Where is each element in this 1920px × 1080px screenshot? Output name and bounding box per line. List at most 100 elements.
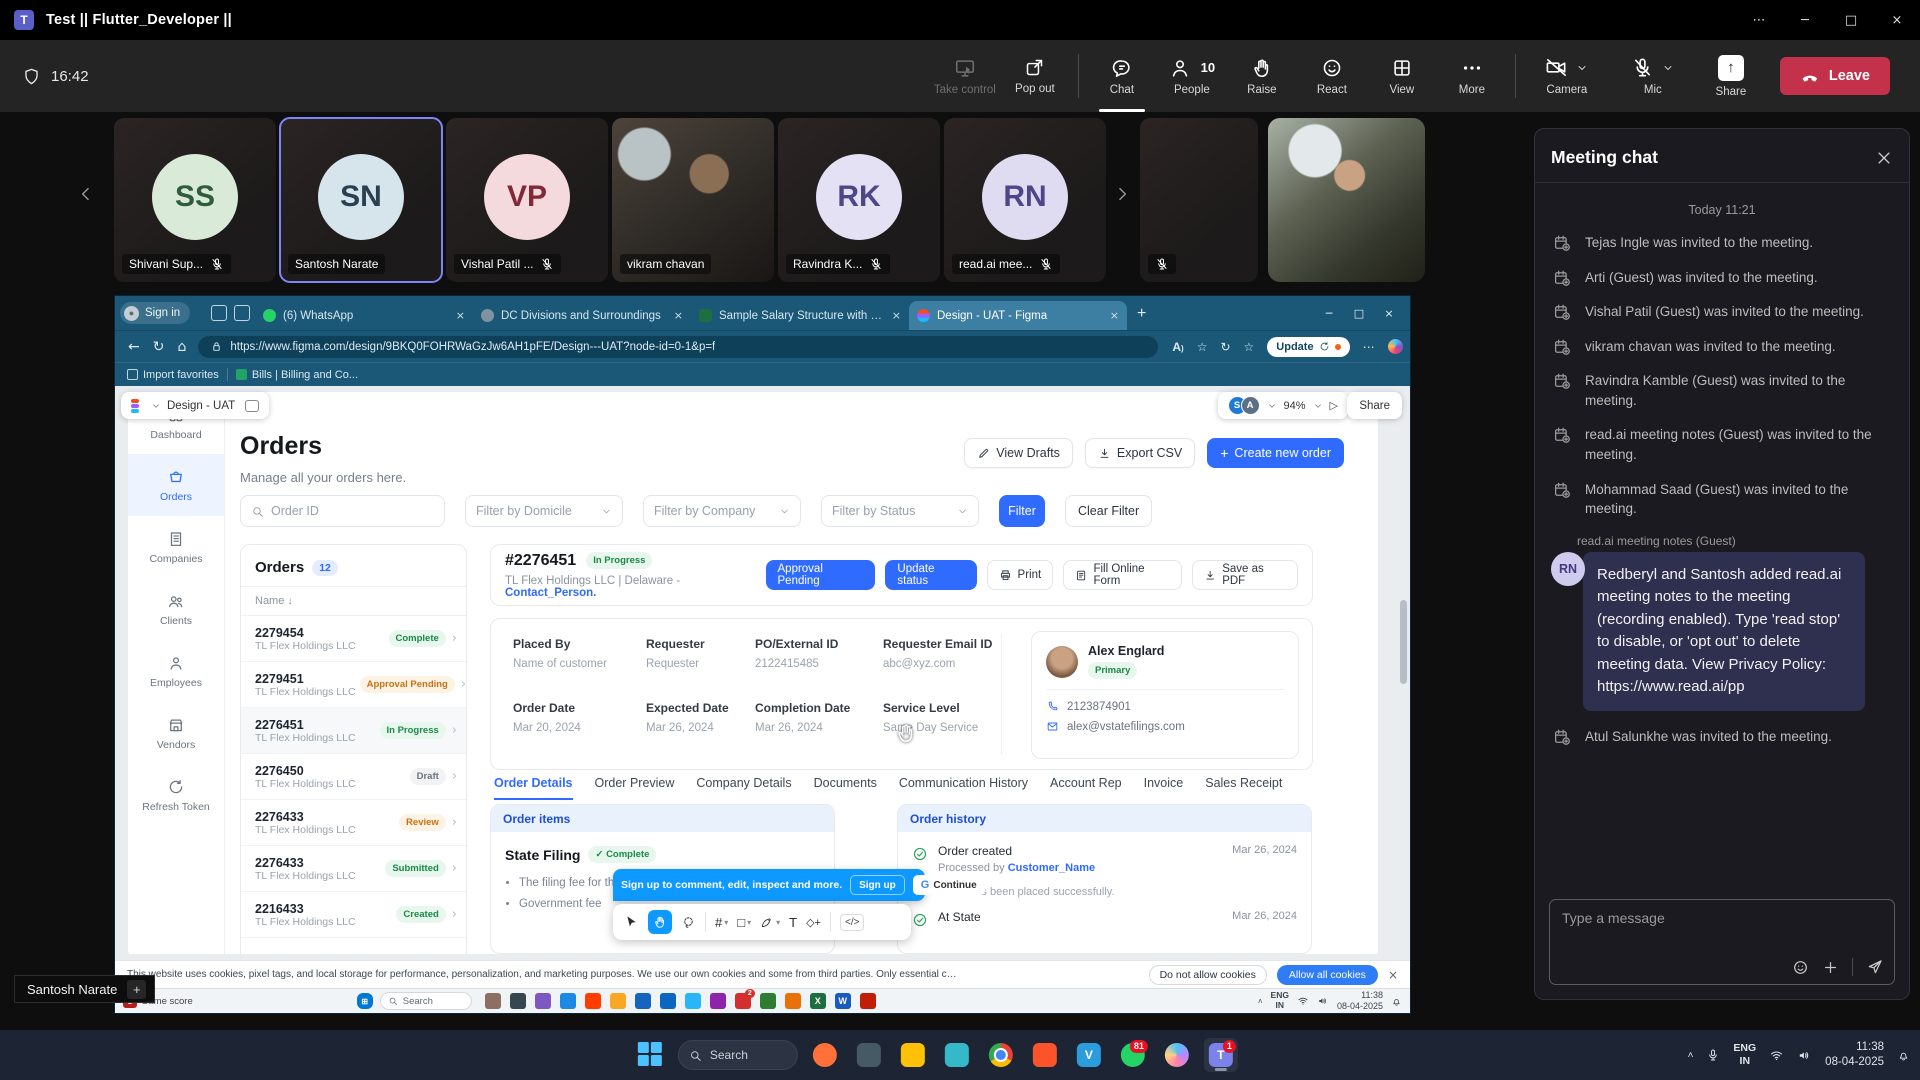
figma-collaborator-avatar[interactable]: A [1241,396,1260,415]
app-dark-icon[interactable] [852,1038,886,1072]
tab-order-preview[interactable]: Order Preview [595,776,675,800]
scroll-left-icon[interactable] [76,184,96,204]
favorite-item[interactable]: Bills | Billing and Co... [236,369,358,381]
chevron-right-icon[interactable]: › [452,631,457,646]
clear-filter-button[interactable]: Clear Filter [1065,495,1152,527]
sidebar-item-orders[interactable]: Orders [128,454,224,516]
participant-tile[interactable]: SSShivani Sup... [114,118,276,282]
chevron-down-icon[interactable] [1662,62,1674,74]
order-row[interactable]: 2276433TL Flex Holdings LLCSubmitted› [241,846,466,892]
emoji-icon[interactable] [1792,959,1809,976]
browser-tab[interactable]: DC Divisions and Surroundings× [473,301,691,330]
figma-zoom-level[interactable]: 94% [1284,400,1306,412]
brave-icon[interactable] [1028,1038,1062,1072]
order-row[interactable]: 2276450TL Flex Holdings LLCDraft› [241,754,466,800]
chevron-right-icon[interactable]: › [452,861,457,876]
allow-cookies-button[interactable]: Allow all cookies [1277,965,1378,985]
sidebar-item-clients[interactable]: Clients [128,578,224,640]
chevron-down-icon[interactable] [1576,62,1588,74]
favorite-item[interactable]: Import favorites [127,369,219,381]
shared-search-box[interactable]: Search [380,992,472,1010]
file-explorer-icon[interactable] [896,1038,930,1072]
tab-close-icon[interactable]: × [674,309,683,322]
view-button[interactable]: View [1367,40,1437,112]
tab-close-icon[interactable]: × [1110,309,1119,322]
teams-icon[interactable]: T1 [1204,1038,1238,1072]
create-order-button[interactable]: +Create new order [1207,438,1344,468]
photos-icon[interactable] [485,993,501,1009]
pen-tool-icon[interactable]: ▾ [760,915,780,929]
shape-tool-icon[interactable]: □▾ [737,915,751,930]
browser-profile-button[interactable]: ● Sign in [120,302,190,324]
tab-invoice[interactable]: Invoice [1144,776,1184,800]
chevron-right-icon[interactable]: › [452,723,457,738]
notification-icon[interactable] [1391,996,1402,1007]
volume-icon[interactable] [1797,1048,1812,1063]
favorite-star-icon[interactable]: ☆ [1197,340,1208,354]
chevron-right-icon[interactable]: › [452,907,457,922]
frame-tool-icon[interactable]: #▾ [715,915,728,930]
order-row[interactable]: 2276451TL Flex Holdings LLCIn Progress› [241,708,466,754]
tab-company-details[interactable]: Company Details [696,776,791,800]
participant-tile[interactable]: VPVishal Patil ... [446,118,608,282]
sign-up-button[interactable]: Sign up [850,875,905,895]
component-tool-icon[interactable]: ◇+ [806,916,821,929]
url-field[interactable]: https://www.figma.com/design/9BKQ0FOHRWa… [198,336,1158,358]
chevron-right-icon[interactable]: › [461,677,466,692]
paint-icon[interactable] [535,993,551,1009]
figma-file-menu[interactable]: Design - UAT [121,392,269,419]
maximize-button[interactable]: □ [1828,0,1874,40]
browser-tab[interactable]: (6) WhatsApp× [255,301,473,330]
chevron-right-icon[interactable]: › [452,815,457,830]
save-as-pdf-button[interactable]: Save as PDF [1192,560,1298,590]
leave-button[interactable]: Leave [1780,57,1890,95]
attach-plus-icon[interactable] [1822,959,1839,976]
tab-communication-history[interactable]: Communication History [899,776,1028,800]
browser-minimize-button[interactable]: ─ [1314,307,1344,320]
edge-icon[interactable] [940,1038,974,1072]
home-icon[interactable]: ⌂ [177,339,186,355]
opera-icon[interactable] [585,993,601,1009]
dev-mode-icon[interactable]: </> [840,914,864,931]
firefox-icon[interactable] [808,1038,842,1072]
shared-clock[interactable]: 11:3808-04-2025 [1337,990,1383,1013]
wifi-icon[interactable] [1769,1048,1784,1063]
order-row[interactable]: 2279451TL Flex Holdings LLCApproval Pend… [241,662,466,708]
scroll-right-icon[interactable] [1112,184,1132,204]
tab-close-icon[interactable]: × [456,309,465,322]
more-button[interactable]: More [1437,40,1507,112]
presenter-label[interactable]: Santosh Narate + [14,975,155,1003]
update-button[interactable]: Update [1267,337,1349,357]
filter-domicile-dropdown[interactable]: Filter by Domicile [465,495,623,527]
page-scrollbar[interactable] [1400,600,1407,684]
filter-button[interactable]: Filter [999,495,1045,527]
react-button[interactable]: React [1297,40,1367,112]
outlook-icon[interactable] [660,993,676,1009]
tab-account-rep[interactable]: Account Rep [1050,776,1122,800]
defender-icon[interactable] [710,993,726,1009]
window-menu-icon[interactable]: ⋯ [1736,0,1782,40]
filter-status-dropdown[interactable]: Filter by Status [821,495,979,527]
taskbar-clock[interactable]: 11:3808-04-2025 [1825,1040,1884,1070]
participant-tile[interactable]: vikram chavan [612,118,774,282]
back-icon[interactable]: ← [128,339,140,355]
folder-icon[interactable] [610,993,626,1009]
copilot-icon[interactable] [1388,339,1403,354]
raise-button[interactable]: Raise [1227,40,1297,112]
export-csv-button[interactable]: Export CSV [1085,438,1195,468]
chrome-icon[interactable] [984,1038,1018,1072]
browser-tab[interactable]: Design - UAT - Figma× [909,301,1127,330]
order-row[interactable]: 2216433TL Flex Holdings LLCCreated› [241,892,466,938]
history-link[interactable]: Customer_Name [1008,862,1095,874]
language-indicator[interactable]: ENGIN [1733,1042,1756,1067]
move-tool-icon[interactable] [623,914,639,930]
notification-bell-icon[interactable] [1897,1049,1910,1062]
tab-order-details[interactable]: Order Details [494,776,573,800]
sidebar-item-companies[interactable]: Companies [128,516,224,578]
edge-c-icon[interactable] [785,993,801,1009]
name-column-header[interactable]: Name ↓ [241,587,466,616]
cookie-close-icon[interactable]: × [1388,968,1398,982]
chat-close-icon[interactable] [1875,149,1893,167]
present-icon[interactable]: ▷ [1330,399,1338,412]
chevron-down-icon[interactable] [1313,401,1323,411]
